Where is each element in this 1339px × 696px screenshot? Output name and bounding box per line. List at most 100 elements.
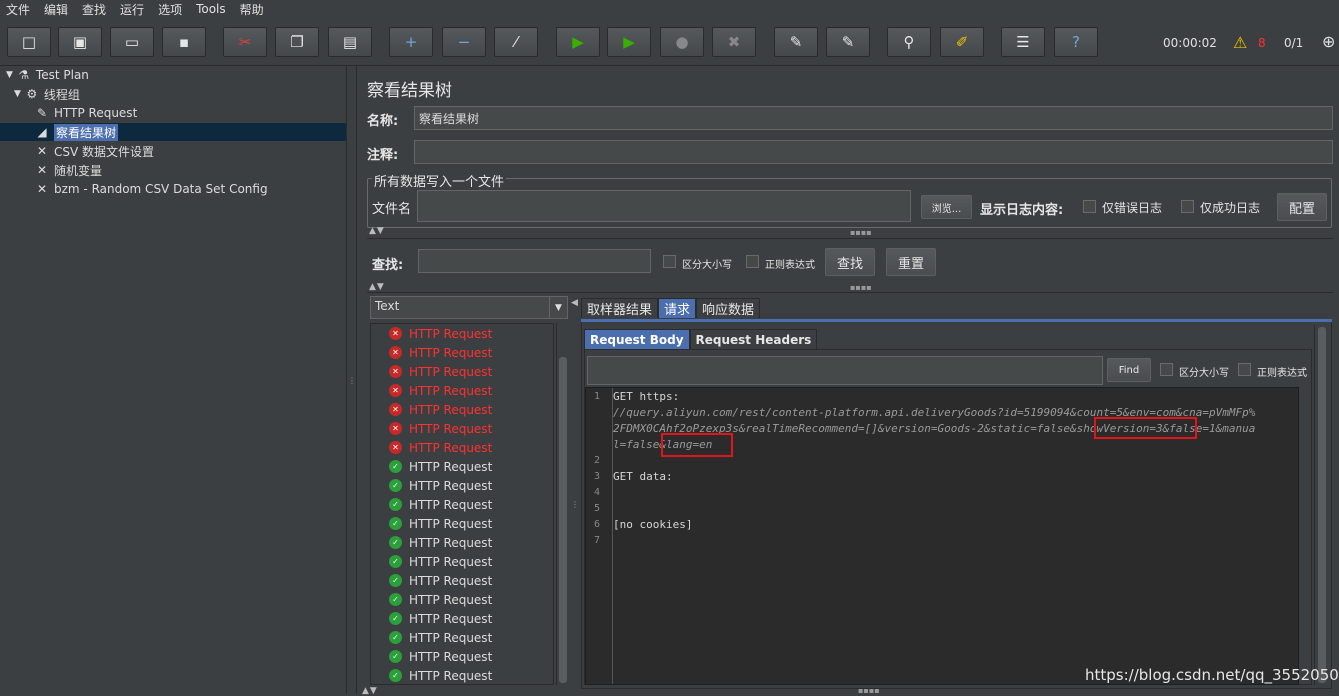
errors-only-label: 仅错误日志 bbox=[1102, 201, 1163, 215]
detail-scrollbar[interactable] bbox=[1314, 325, 1328, 685]
result-row[interactable]: ✓ HTTP Request bbox=[371, 457, 553, 476]
name-input[interactable]: 察看结果树 bbox=[414, 106, 1333, 130]
reset-button[interactable]: 重置 bbox=[886, 248, 936, 276]
templates-button[interactable]: ▣ bbox=[58, 27, 102, 57]
detail-scroll-thumb[interactable] bbox=[1318, 327, 1326, 683]
new-button[interactable]: □ bbox=[7, 27, 51, 57]
result-row[interactable]: ✕ HTTP Request bbox=[371, 343, 553, 362]
tree-item[interactable]: ✕ bzm - Random CSV Data Set Config bbox=[34, 180, 268, 198]
menu-run[interactable]: 运行 bbox=[120, 1, 144, 18]
request-subtab[interactable]: Request Body bbox=[584, 329, 690, 349]
renderer-select[interactable]: Text ▼ bbox=[370, 296, 568, 319]
request-subtab[interactable]: Request Headers bbox=[689, 329, 818, 349]
start-no-pause-button[interactable]: ▶ bbox=[607, 27, 651, 57]
search-input[interactable] bbox=[418, 249, 651, 273]
case-sensitive-checkbox[interactable] bbox=[663, 255, 676, 268]
menu-file[interactable]: 文件 bbox=[6, 1, 30, 18]
result-row[interactable]: ✕ HTTP Request bbox=[371, 400, 553, 419]
browse-button[interactable]: 浏览... bbox=[921, 195, 972, 219]
body-regex-checkbox[interactable] bbox=[1238, 363, 1251, 376]
menu-edit[interactable]: 编辑 bbox=[44, 1, 68, 18]
expand-arrow-icon[interactable]: ▼ bbox=[14, 89, 21, 99]
configure-button[interactable]: 配置 bbox=[1277, 193, 1327, 221]
pane-splitter[interactable]: ⋮ bbox=[347, 66, 357, 694]
result-row[interactable]: ✕ HTTP Request bbox=[371, 324, 553, 343]
success-shield-icon: ✓ bbox=[389, 631, 402, 644]
result-row[interactable]: ✓ HTTP Request bbox=[371, 609, 553, 628]
result-row[interactable]: ✓ HTTP Request bbox=[371, 533, 553, 552]
tree-item[interactable]: ✕ 随机变量 bbox=[34, 161, 102, 179]
reset-search-button[interactable]: ✐ bbox=[940, 27, 984, 57]
body-find-button[interactable]: Find bbox=[1107, 358, 1151, 382]
body-case-checkbox[interactable] bbox=[1160, 363, 1173, 376]
split-grip[interactable]: ⋮ bbox=[571, 500, 579, 509]
result-row[interactable]: ✓ HTTP Request bbox=[371, 647, 553, 666]
copy-button[interactable]: ❐ bbox=[275, 27, 319, 57]
expand-button[interactable]: + bbox=[389, 27, 433, 57]
result-row[interactable]: ✕ HTTP Request bbox=[371, 419, 553, 438]
help-button[interactable]: ? bbox=[1054, 27, 1098, 57]
function-helper-button[interactable]: ☰ bbox=[1001, 27, 1045, 57]
divider-2 bbox=[367, 292, 1333, 293]
warning-icon[interactable]: ⚠ bbox=[1233, 33, 1247, 52]
collapse-arrows-2[interactable]: ▲▼ bbox=[369, 282, 385, 292]
result-row[interactable]: ✓ HTTP Request bbox=[371, 571, 553, 590]
result-row[interactable]: ✓ HTTP Request bbox=[371, 666, 553, 684]
result-row[interactable]: ✓ HTTP Request bbox=[371, 514, 553, 533]
result-row[interactable]: ✓ HTTP Request bbox=[371, 495, 553, 514]
success-shield-icon: ✓ bbox=[389, 574, 402, 587]
regex-checkbox[interactable] bbox=[746, 255, 759, 268]
tree-item[interactable]: ▼ ⚙ 线程组 bbox=[14, 85, 80, 103]
success-only-checkbox[interactable] bbox=[1181, 200, 1194, 213]
toggle-button[interactable]: ⁄ bbox=[494, 27, 538, 57]
floppy-icon: ▪ bbox=[178, 33, 190, 51]
result-row[interactable]: ✓ HTTP Request bbox=[371, 590, 553, 609]
menu-tools[interactable]: Tools bbox=[196, 2, 226, 16]
sample-results-list[interactable]: ✕ HTTP Request ✕ HTTP Request ✕ HTTP Request ✕… bbox=[370, 323, 554, 685]
stop-button[interactable]: ● bbox=[660, 27, 704, 57]
search-button[interactable]: ⚲ bbox=[887, 27, 931, 57]
tree-item[interactable]: ✕ CSV 数据文件设置 bbox=[34, 142, 154, 160]
collapse-arrows[interactable]: ▲▼ bbox=[369, 226, 385, 236]
collapse-button[interactable]: − bbox=[442, 27, 486, 57]
detail-tab[interactable]: 响应数据 bbox=[696, 298, 761, 318]
tree-item[interactable]: ✎ HTTP Request bbox=[34, 104, 137, 122]
divider-grip-2[interactable]: ▪▪▪▪ bbox=[850, 283, 872, 292]
body-find-input[interactable] bbox=[587, 356, 1103, 385]
templates-icon: ▣ bbox=[72, 33, 88, 51]
save-button[interactable]: ▪ bbox=[162, 27, 206, 57]
bottom-arrows[interactable]: ▲▼ bbox=[362, 686, 378, 696]
result-row[interactable]: ✕ HTTP Request bbox=[371, 381, 553, 400]
result-row[interactable]: ✕ HTTP Request bbox=[371, 362, 553, 381]
clear-all-button[interactable]: ✎ bbox=[826, 27, 870, 57]
errors-only-checkbox[interactable] bbox=[1083, 200, 1096, 213]
filename-input[interactable] bbox=[417, 190, 911, 222]
tree-item[interactable]: ▼ ⚗ Test Plan bbox=[6, 66, 89, 84]
body-case-label: 区分大小写 bbox=[1179, 368, 1229, 379]
tree-item[interactable]: ◢ 察看结果树 bbox=[34, 123, 119, 141]
open-button[interactable]: ▭ bbox=[110, 27, 154, 57]
find-button[interactable]: 查找 bbox=[825, 248, 875, 276]
comment-input[interactable] bbox=[414, 140, 1333, 164]
menu-search[interactable]: 查找 bbox=[82, 1, 106, 18]
expand-arrow-icon[interactable]: ▼ bbox=[6, 70, 13, 80]
remote-icon[interactable]: ⊕ bbox=[1322, 32, 1335, 51]
menu-options[interactable]: 选项 bbox=[158, 1, 182, 18]
result-row[interactable]: ✓ HTTP Request bbox=[371, 476, 553, 495]
cut-button[interactable]: ✂ bbox=[223, 27, 267, 57]
result-row[interactable]: ✓ HTTP Request bbox=[371, 552, 553, 571]
result-row[interactable]: ✓ HTTP Request bbox=[371, 628, 553, 647]
shutdown-button[interactable]: ✖ bbox=[712, 27, 756, 57]
scroll-thumb[interactable] bbox=[559, 357, 567, 683]
watermark: https://blog.csdn.net/qq_35520506 bbox=[1085, 666, 1339, 684]
clear-button[interactable]: ✎ bbox=[774, 27, 818, 57]
collapse-left-icon[interactable]: ◀ bbox=[571, 298, 578, 308]
menu-help[interactable]: 帮助 bbox=[240, 1, 264, 18]
result-row[interactable]: ✕ HTTP Request bbox=[371, 438, 553, 457]
detail-tab[interactable]: 取样器结果 bbox=[581, 298, 659, 318]
detail-tab[interactable]: 请求 bbox=[658, 298, 697, 318]
start-button[interactable]: ▶ bbox=[556, 27, 600, 57]
results-scrollbar[interactable] bbox=[556, 323, 568, 685]
divider-grip[interactable]: ▪▪▪▪ bbox=[850, 228, 872, 237]
paste-button[interactable]: ▤ bbox=[328, 27, 372, 57]
